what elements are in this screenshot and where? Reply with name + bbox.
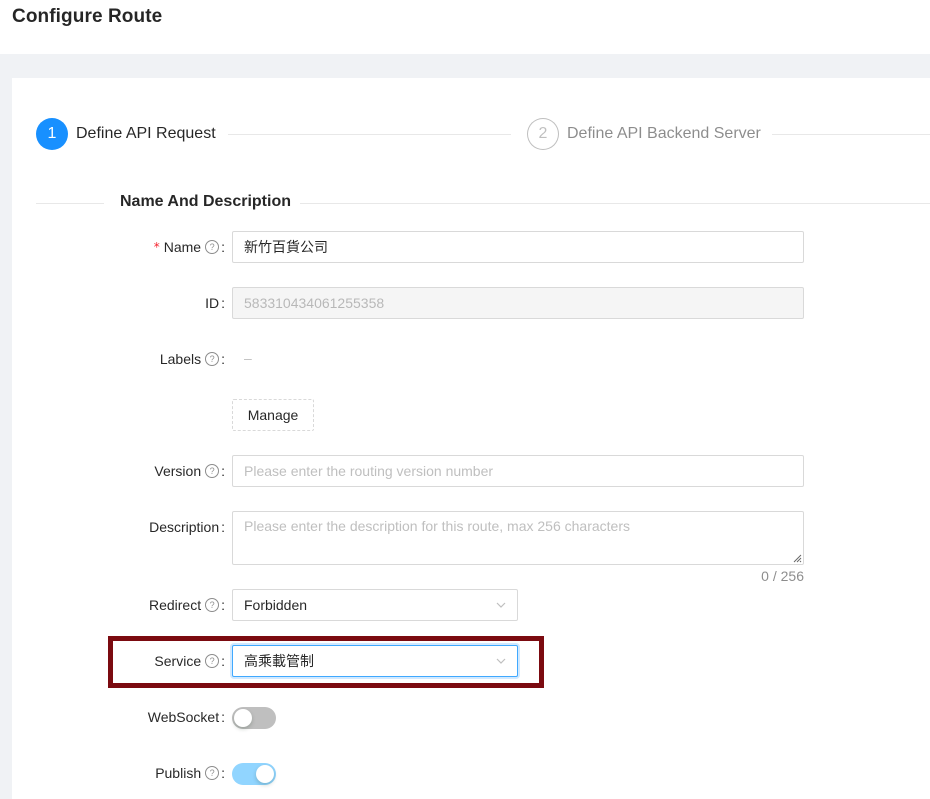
description-char-count: 0 / 256 [761,568,804,584]
required-mark: * [153,240,160,254]
publish-label: Publish [155,765,202,781]
resize-grip-icon[interactable] [793,554,802,563]
websocket-toggle[interactable] [232,707,276,729]
name-label: Name [163,239,202,255]
id-label: ID [205,295,220,311]
service-select-value: 高乘載管制 [244,653,314,669]
step-define-api-backend-server[interactable]: 2 Define API Backend Server [527,118,761,150]
label-colon: : [221,519,225,535]
chevron-down-icon [496,658,506,664]
label-colon: : [221,351,225,367]
service-select[interactable]: 高乘載管制 [232,645,518,677]
step-1-number: 1 [36,118,68,150]
label-colon: : [221,239,225,255]
redirect-select-value: Forbidden [244,597,308,613]
publish-label-container: Publish ? : [0,757,225,789]
label-colon: : [221,463,225,479]
name-input[interactable]: 新竹百貨公司 [232,231,804,263]
version-input[interactable]: Please enter the routing version number [232,455,804,487]
question-circle-icon[interactable]: ? [205,352,220,366]
toggle-knob [256,765,274,783]
version-label-container: Version ? : [0,455,225,487]
step-connector [228,134,511,135]
step-1-title: Define API Request [76,125,216,142]
publish-toggle[interactable] [232,763,276,785]
content-card: 1 Define API Request 2 Define API Backen… [12,78,930,799]
id-input: 583310434061255358 [232,287,804,319]
version-label: Version [154,463,202,479]
page-header: Configure Route [0,0,930,54]
name-label-container: * Name ? : [0,231,225,263]
labels-label: Labels [159,351,202,367]
step-connector-end [772,134,930,135]
question-circle-icon[interactable]: ? [205,766,220,780]
step-2-number: 2 [527,118,559,150]
redirect-label-container: Redirect ? : [0,589,225,621]
question-circle-icon[interactable]: ? [205,598,220,612]
label-colon: : [221,653,225,669]
name-input-value: 新竹百貨公司 [244,239,328,255]
toggle-knob [234,709,252,727]
description-textarea[interactable]: Please enter the description for this ro… [232,511,804,565]
description-placeholder: Please enter the description for this ro… [244,518,630,534]
version-placeholder: Please enter the routing version number [244,463,494,479]
service-label-container: Service ? : [0,645,225,677]
websocket-label: WebSocket [147,709,220,725]
id-label-container: ID : [0,287,225,319]
question-circle-icon[interactable]: ? [205,464,220,478]
page-title: Configure Route [12,6,163,27]
description-label: Description [149,519,220,535]
step-2-title: Define API Backend Server [567,125,761,142]
label-colon: : [221,765,225,781]
labels-label-container: Labels ? : [0,343,225,375]
label-colon: : [221,709,225,725]
id-input-value: 583310434061255358 [244,295,385,311]
step-define-api-request[interactable]: 1 Define API Request [36,118,216,150]
chevron-down-icon [496,602,506,608]
label-colon: : [221,597,225,613]
section-divider-right [300,203,930,204]
redirect-select[interactable]: Forbidden [232,589,518,621]
label-colon: : [221,295,225,311]
description-label-container: Description : [0,511,225,543]
section-divider-left [36,203,104,204]
redirect-label: Redirect [148,597,202,613]
websocket-label-container: WebSocket : [0,701,225,733]
manage-labels-button[interactable]: Manage [232,399,314,431]
service-label: Service [154,653,202,669]
labels-empty-text: – [244,350,252,366]
question-circle-icon[interactable]: ? [205,654,220,668]
question-circle-icon[interactable]: ? [205,240,220,254]
section-title: Name And Description [120,193,291,210]
